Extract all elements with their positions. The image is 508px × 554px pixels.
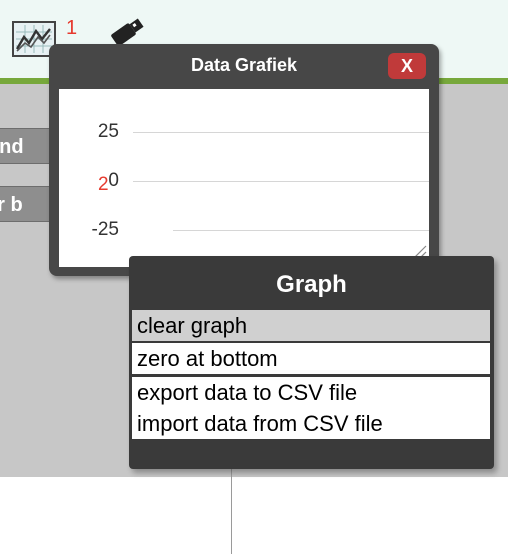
menu-item-export-csv[interactable]: export data to CSV file: [132, 377, 490, 408]
y-tick-label: 0: [108, 170, 119, 191]
close-button[interactable]: X: [388, 53, 426, 79]
series-count-badge: 2: [98, 174, 109, 195]
window-title: Data Grafiek: [190, 55, 298, 75]
graph-context-menu: Graph clear graph zero at bottom export …: [129, 256, 494, 469]
grid-line: [133, 181, 429, 182]
menu-item-import-csv[interactable]: import data from CSV file: [132, 408, 490, 439]
grid-line: [133, 132, 429, 133]
grid-line: [173, 230, 429, 231]
y-tick-label: 25: [97, 121, 119, 142]
plot-area: 25 0 -25: [59, 89, 429, 267]
data-graph-window: Data Grafiek X 25 0 -25: [49, 44, 439, 276]
menu-item-zero-at-bottom[interactable]: zero at bottom: [132, 343, 490, 374]
graph-count-badge: 1: [66, 17, 78, 39]
y-tick-label: -25: [91, 219, 119, 240]
menu-header: Graph: [276, 271, 347, 298]
menu-item-clear-graph[interactable]: clear graph: [132, 310, 490, 341]
workspace-line: [231, 464, 232, 554]
